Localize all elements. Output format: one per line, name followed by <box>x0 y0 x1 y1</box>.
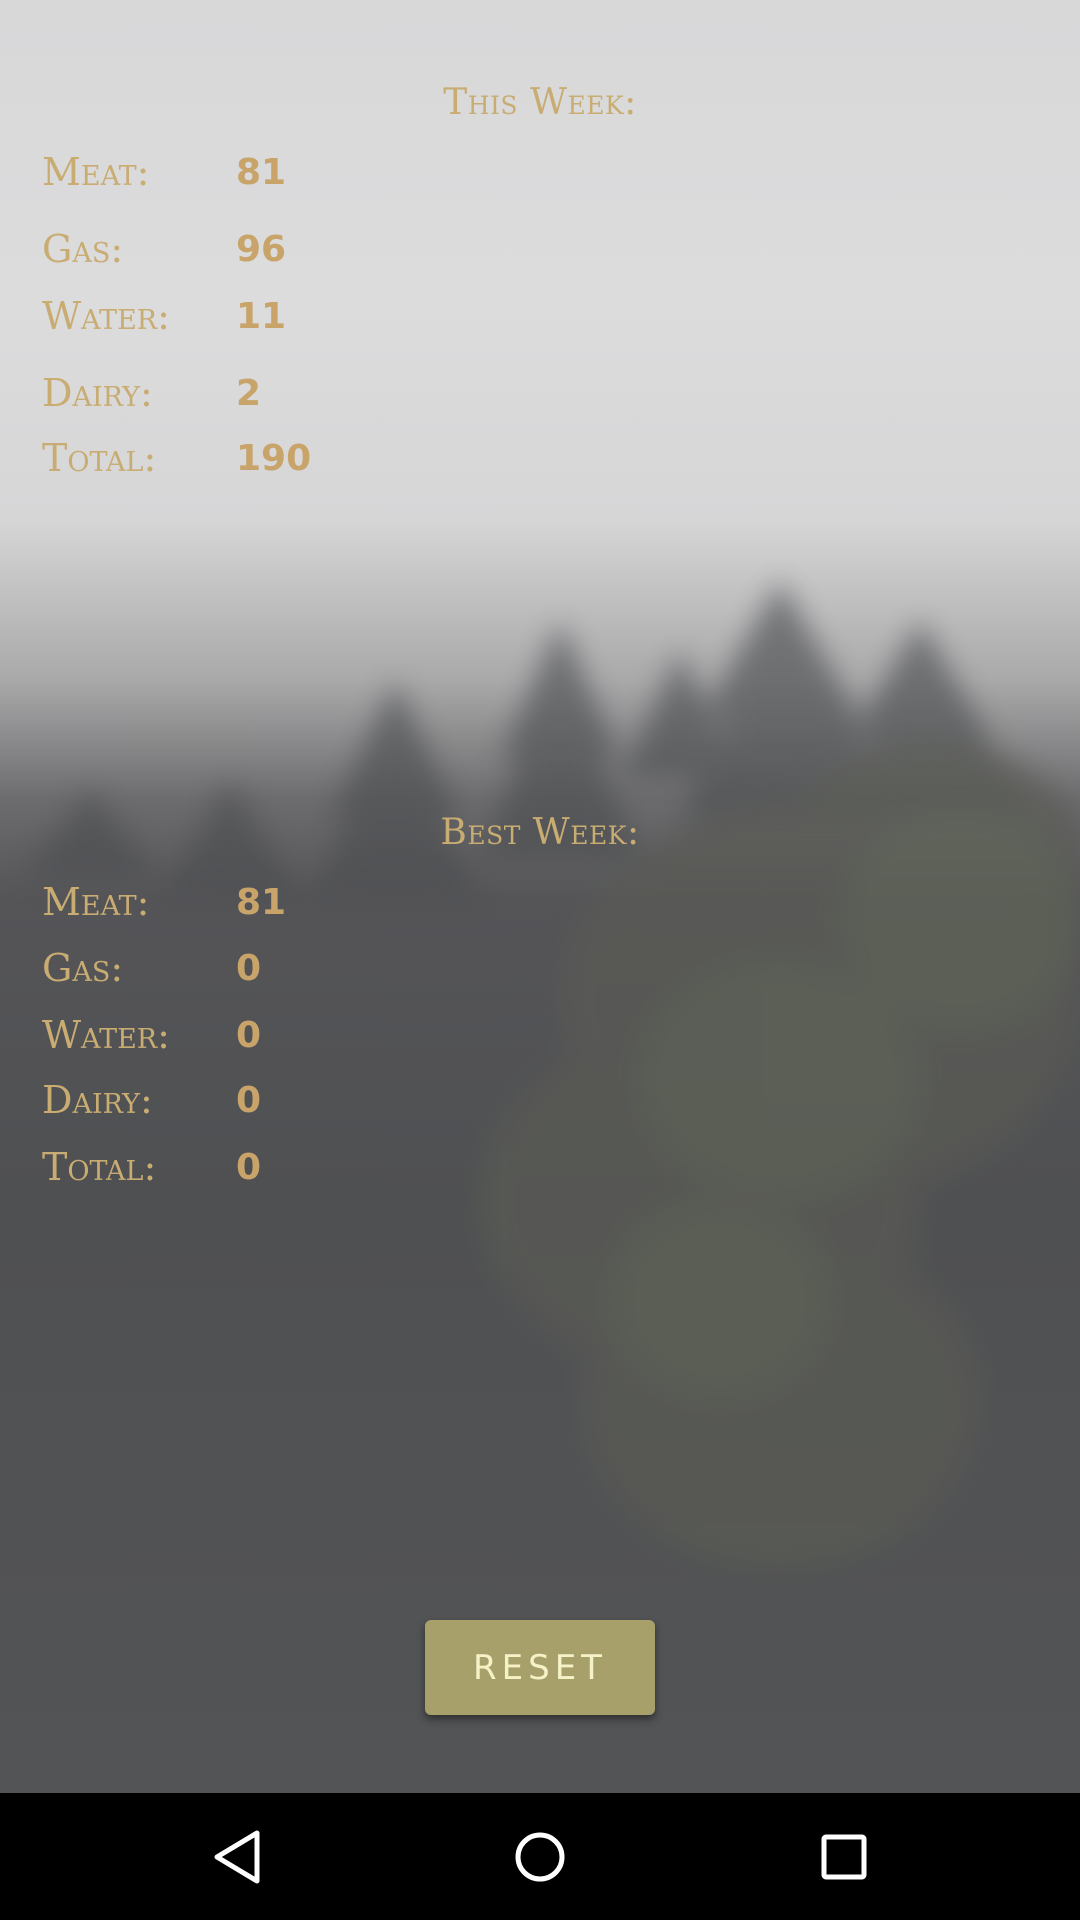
row-value: 0 <box>236 1080 262 1121</box>
row-value: 11 <box>236 296 287 337</box>
row-value: 0 <box>236 948 262 989</box>
nav-home-button[interactable] <box>470 1793 610 1920</box>
this-week-title: This Week: <box>443 82 637 123</box>
row-label: Dairy: <box>42 371 153 415</box>
this-week-row-total: Total: 190 <box>42 436 542 486</box>
row-label: Gas: <box>42 946 124 990</box>
system-nav-bar <box>0 1793 1080 1920</box>
back-triangle-icon <box>214 1830 260 1883</box>
row-label: Dairy: <box>42 1078 153 1122</box>
best-week-title: Best Week: <box>440 812 640 853</box>
row-value: 0 <box>236 1015 262 1056</box>
best-week-row-water: Water: 0 <box>42 1013 542 1063</box>
nav-recents-button[interactable] <box>774 1793 914 1920</box>
row-label: Meat: <box>42 150 150 194</box>
row-label: Gas: <box>42 227 124 271</box>
row-label: Water: <box>42 1013 170 1057</box>
this-week-row-water: Water: 11 <box>42 294 542 344</box>
row-value: 190 <box>236 438 312 479</box>
row-label: Total: <box>42 1145 157 1189</box>
row-label: Total: <box>42 436 157 480</box>
best-week-row-total: Total: 0 <box>42 1145 542 1195</box>
this-week-row-dairy: Dairy: 2 <box>42 371 542 421</box>
row-label: Water: <box>42 294 170 338</box>
row-value: 81 <box>236 882 287 923</box>
best-week-row-meat: Meat: 81 <box>42 880 542 930</box>
row-label: Meat: <box>42 880 150 924</box>
home-circle-icon <box>515 1832 565 1881</box>
this-week-row-gas: Gas: 96 <box>42 227 542 277</box>
best-week-row-gas: Gas: 0 <box>42 946 542 996</box>
row-value: 96 <box>236 229 287 270</box>
row-value: 0 <box>236 1147 262 1188</box>
best-week-row-dairy: Dairy: 0 <box>42 1078 542 1128</box>
app-screen: This Week: Meat: 81 Gas: 96 Water: 11 Da… <box>0 0 1080 1920</box>
row-value: 2 <box>236 373 262 414</box>
nav-back-button[interactable] <box>167 1793 307 1920</box>
recents-square-icon <box>821 1834 867 1879</box>
reset-button[interactable]: RESET <box>425 1620 655 1715</box>
row-value: 81 <box>236 152 287 193</box>
this-week-row-meat: Meat: 81 <box>42 150 542 200</box>
